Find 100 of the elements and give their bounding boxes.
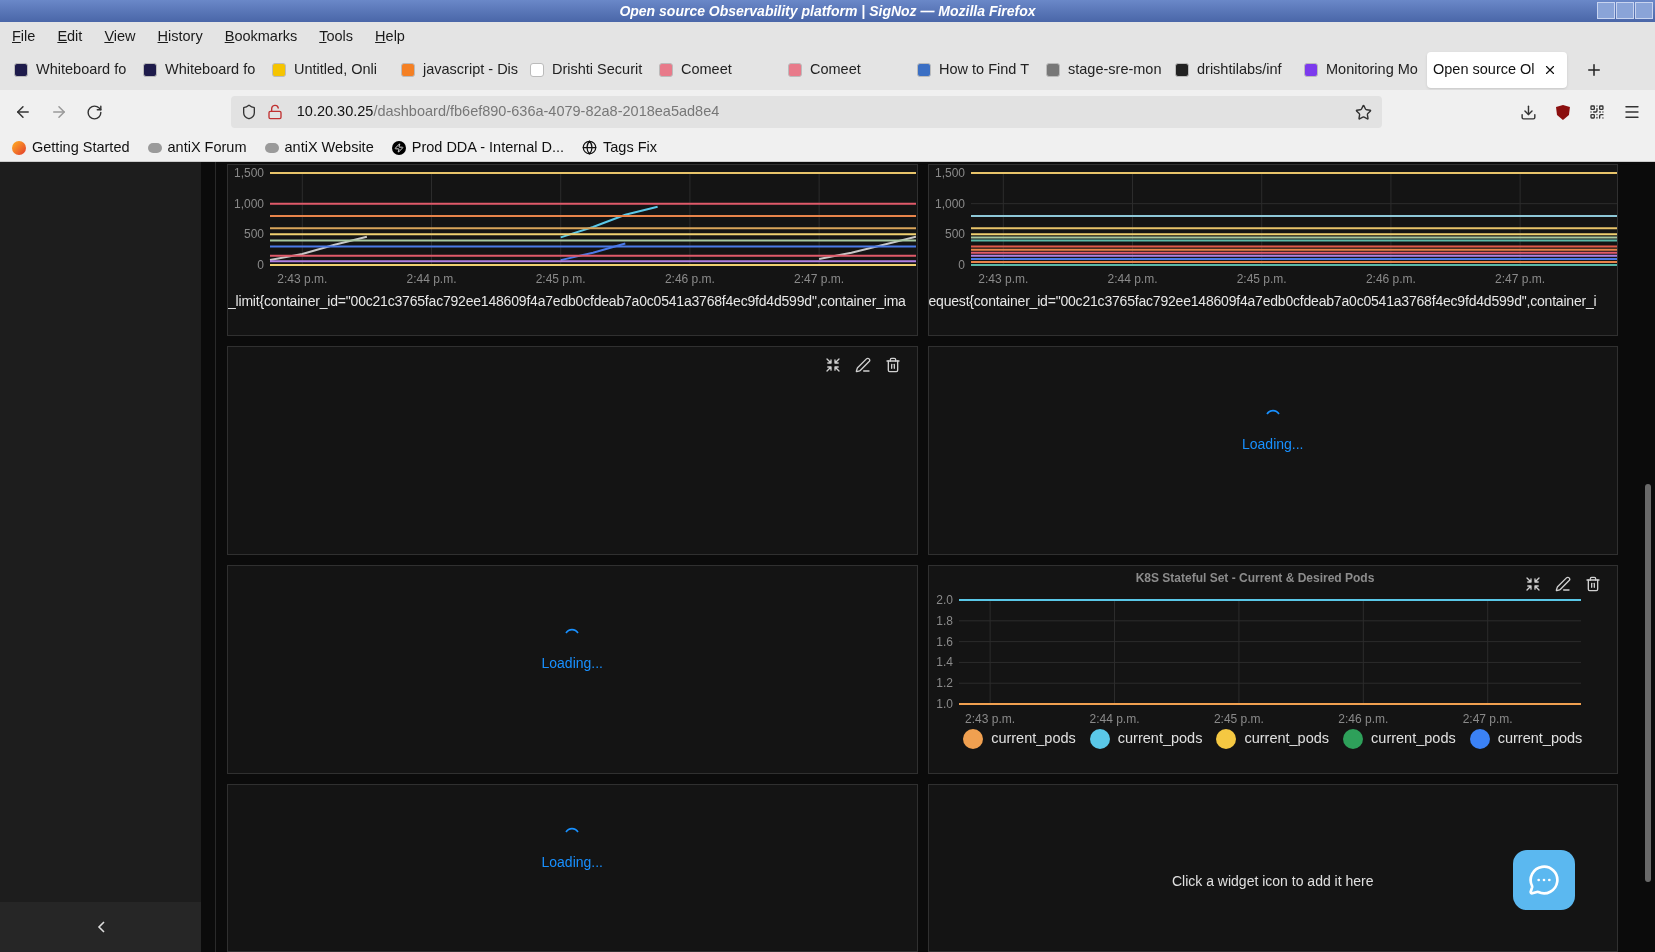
legend-label[interactable]: current_pods (1117, 728, 1203, 750)
chat-icon (1528, 864, 1560, 896)
reload-icon[interactable] (85, 103, 103, 121)
shield-icon[interactable] (1555, 103, 1572, 121)
fullscreen-icon[interactable] (824, 357, 841, 373)
chart-title: K8S Stateful Set - Current & Desired Pods (1135, 571, 1374, 585)
url-text: 10.20.30.25/dashboard/fb6ef890-636a-4079-82a8-2018ea5ad8e4 (296, 102, 720, 122)
lock-icon[interactable] (266, 104, 283, 120)
tab-title: Comeet (681, 60, 732, 80)
axis-label: 500 (944, 227, 965, 242)
axis-label: 2.0 (935, 593, 953, 607)
axis-label: 2:47 p.m. (1462, 712, 1513, 726)
browser-tab[interactable]: javascript - Dis (395, 52, 524, 88)
site-icon (1304, 63, 1318, 77)
axis-label: 0 (257, 258, 264, 272)
axis-label: 1,500 (233, 166, 264, 180)
loading-text: Loading... (541, 654, 603, 673)
axis-label: 0 (957, 258, 965, 272)
tab-title: Untitled, Onli (294, 60, 377, 80)
tab-title: Comeet (810, 60, 861, 80)
tab-title: javascript - Dis (423, 60, 519, 80)
menu-item[interactable]: File (12, 26, 36, 48)
shield-icon[interactable] (240, 104, 257, 120)
bookmark-item[interactable]: antiX Website (264, 136, 374, 159)
axis-label: 2:44 p.m. (1107, 272, 1157, 286)
scrollbar[interactable] (1645, 484, 1651, 882)
browser-logo-icon (12, 140, 26, 155)
axis-label: 2:47 p.m. (794, 272, 845, 286)
browser-tab[interactable]: Drishti Securit (524, 52, 653, 88)
edit-icon[interactable] (854, 357, 871, 373)
download-icon[interactable] (1520, 103, 1538, 121)
loading-text: Loading... (541, 852, 603, 872)
menu-item[interactable]: Edit (57, 26, 83, 48)
legend-label[interactable]: _limit{container_id="00c21c3765fac792ee148609f4a7edb0cfdeab7a0c0541a3768f4ec9fd4d599d",container_ima (228, 291, 906, 312)
browser-tab[interactable]: Comeet (782, 52, 911, 88)
site-icon (401, 63, 415, 77)
browser-tab[interactable]: How to Find T (911, 52, 1040, 88)
delete-icon[interactable] (1585, 576, 1601, 592)
axis-label: 2:43 p.m. (277, 272, 328, 286)
edit-icon[interactable] (1555, 576, 1571, 592)
axis-label: 1.6 (935, 634, 953, 649)
site-icon (143, 63, 157, 77)
delete-icon[interactable] (884, 357, 901, 373)
globe-icon (582, 140, 598, 155)
tab-title: Whiteboard fo (36, 60, 127, 80)
browser-tab[interactable]: Open source Ol (1427, 52, 1567, 88)
site-icon (1175, 63, 1189, 77)
chat-button[interactable] (1513, 850, 1575, 910)
browser-tab[interactable]: stage-sre-mon (1040, 52, 1169, 88)
menu-item[interactable]: View (104, 26, 136, 48)
bookmark-star-icon[interactable] (1355, 103, 1373, 121)
legend-label[interactable]: current_pods (1244, 728, 1330, 750)
legend-label[interactable]: current_pods (1371, 728, 1456, 750)
menu-item[interactable]: Tools (319, 26, 354, 48)
site-icon (264, 142, 279, 153)
browser-tab[interactable]: Whiteboard fo (137, 52, 266, 88)
tab-title: drishtilabs/inf (1197, 60, 1282, 80)
site-icon (530, 63, 544, 77)
bookmark-item[interactable]: Tags Fix (582, 136, 658, 159)
bookmark-item[interactable]: antiX Forum (147, 136, 247, 159)
menu-icon[interactable] (1623, 103, 1641, 121)
legend-label[interactable]: current_pods (1497, 728, 1583, 750)
axis-label: 1.8 (935, 613, 953, 628)
browser-tab[interactable]: Whiteboard fo (8, 52, 137, 88)
legend-label[interactable]: equest{container_id="00c21c3765fac792ee148609f4a7edb0cfdeab7a0c0541a3768f4ec9fd4d599d",container_i (928, 291, 1597, 312)
site-icon (147, 142, 162, 153)
back-icon[interactable] (14, 103, 32, 121)
menu-item[interactable]: History (157, 26, 203, 48)
bolt-icon (391, 140, 406, 155)
axis-label: 2:45 p.m. (1213, 712, 1264, 726)
tab-title: Monitoring Mo (1326, 60, 1418, 80)
bookmark-item[interactable]: Prod DDA - Internal D... (391, 136, 565, 159)
menu-item[interactable]: Help (375, 26, 405, 48)
axis-label: 1.0 (935, 697, 953, 711)
bookmark-item[interactable]: Getting Started (12, 136, 130, 159)
site-icon (788, 63, 802, 77)
fullscreen-icon[interactable] (1525, 576, 1541, 592)
axis-label: 1,000 (233, 196, 264, 211)
menu-item[interactable]: Bookmarks (224, 26, 298, 48)
legend-label[interactable]: current_pods (991, 728, 1076, 750)
axis-label: 1.2 (935, 676, 953, 691)
axis-label: 500 (243, 227, 264, 242)
browser-tab[interactable]: drishtilabs/inf (1169, 52, 1298, 88)
browser-tab[interactable]: Comeet (653, 52, 782, 88)
new-tab-icon[interactable] (1585, 61, 1603, 79)
site-icon (272, 63, 286, 77)
site-icon (14, 63, 28, 77)
site-icon (659, 63, 673, 77)
site-icon (917, 63, 931, 77)
browser-tab[interactable]: Monitoring Mo (1298, 52, 1427, 88)
axis-label: 2:45 p.m. (535, 272, 586, 286)
axis-label: 2:46 p.m. (1365, 272, 1416, 286)
axis-label: 2:46 p.m. (1337, 712, 1388, 726)
axis-label: 1,000 (934, 196, 965, 211)
browser-tab[interactable]: Untitled, Onli (266, 52, 395, 88)
axis-label: 1,500 (934, 166, 965, 180)
axis-label: 1.4 (935, 655, 953, 670)
address-bar[interactable]: 10.20.30.25/dashboard/fb6ef890-636a-4079-82a8-2018ea5ad8e4 (230, 96, 1383, 128)
qr-code-icon[interactable] (1589, 104, 1606, 120)
axis-label: 2:43 p.m. (964, 712, 1015, 726)
